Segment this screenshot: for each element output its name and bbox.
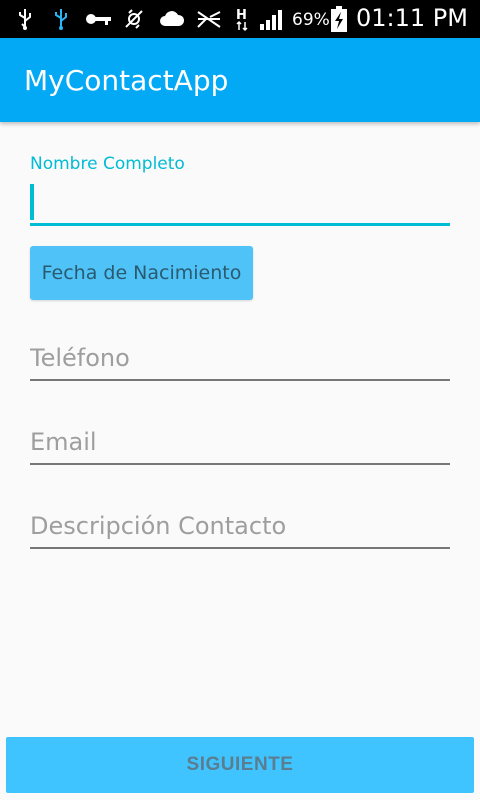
email-input[interactable] xyxy=(30,421,450,465)
signal-icon xyxy=(258,6,286,32)
full-name-label: Nombre Completo xyxy=(30,154,185,174)
full-name-input[interactable] xyxy=(30,180,450,226)
text-cursor xyxy=(30,184,34,220)
status-bar: H 69% 01:11 PM xyxy=(0,0,480,38)
clock: 01:11 PM xyxy=(356,4,468,32)
app-bar: MyContactApp xyxy=(0,38,480,122)
battery-charging-icon xyxy=(328,6,350,32)
hspa-icon: H xyxy=(233,6,251,32)
phone-input[interactable] xyxy=(30,337,450,381)
no-signal-icon xyxy=(194,6,224,32)
next-button[interactable]: SIGUIENTE xyxy=(6,737,474,793)
usb-debug-icon xyxy=(50,6,72,32)
battery-percent: 69% xyxy=(292,10,330,30)
description-input[interactable] xyxy=(30,505,450,549)
usb-icon xyxy=(14,6,36,32)
data-saver-icon xyxy=(122,6,146,32)
app-title: MyContactApp xyxy=(24,64,229,97)
svg-text:H: H xyxy=(236,8,247,23)
key-icon xyxy=(84,6,114,32)
birth-date-button[interactable]: Fecha de Nacimiento xyxy=(30,246,253,300)
cloud-icon xyxy=(158,6,186,32)
